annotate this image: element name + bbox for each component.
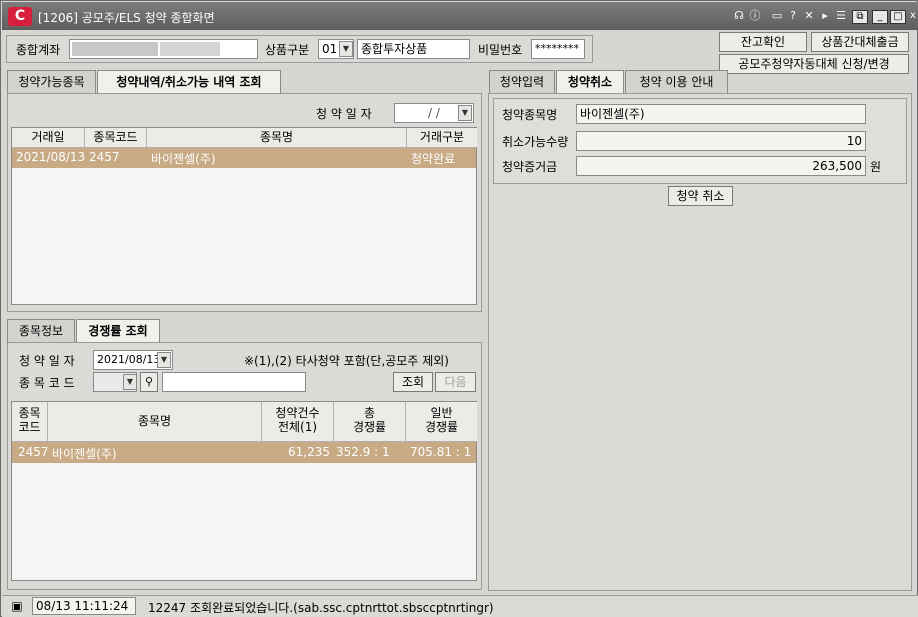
status-bar: ▣ 08/13 11:11:24 12247 조회완료되었습니다.(sab.ss… — [2, 595, 918, 617]
masked-account-number — [72, 42, 158, 56]
window-title: [1206] 공모주/ELS 청약 종합화면 — [38, 11, 215, 25]
account-input[interactable] — [69, 39, 258, 59]
app-logo-icon: C — [8, 7, 32, 26]
col-header-general-rate[interactable]: 일반 경쟁률 — [406, 402, 477, 442]
col-header-total-rate[interactable]: 총 경쟁률 — [334, 402, 406, 442]
col-header-trade-date[interactable]: 거래일 — [12, 128, 85, 148]
col-header-count[interactable]: 청약건수 전체(1) — [262, 402, 334, 442]
restore-button[interactable]: ⧉ — [852, 10, 868, 24]
table-row[interactable]: 2021/08/13 2457 바이젠셀(주) 청약완료 — [12, 148, 476, 168]
chevron-down-icon[interactable]: ▼ — [123, 374, 137, 390]
table-row[interactable]: 2457 바이젠셀(주) 61,235 352.9 : 1 705.81 : 1 — [12, 442, 476, 463]
password-input[interactable]: ******** — [531, 39, 585, 59]
item-name-field: 바이젠셀(주) — [576, 104, 866, 124]
tab-available-items[interactable]: 청약가능종목 — [7, 70, 96, 93]
rate-code-label: 종 목 코 드 — [19, 376, 75, 390]
close-button[interactable]: x — [908, 10, 918, 24]
col-header-item-code[interactable]: 종목코드 — [85, 128, 147, 148]
tab-subscription-cancel[interactable]: 청약취소 — [556, 70, 624, 93]
col-header-item-name[interactable]: 종목명 — [147, 128, 407, 148]
search-button[interactable]: 조회 — [393, 372, 433, 392]
status-datetime: 08/13 11:11:24 — [32, 597, 136, 615]
tab-subscription-input[interactable]: 청약입력 — [489, 70, 555, 93]
rate-note: ※(1),(2) 타사청약 포함(단,공모주 제외) — [244, 354, 449, 368]
tab-item-info[interactable]: 종목정보 — [7, 319, 75, 342]
link-icon[interactable]: ✕ — [802, 9, 816, 23]
headset-icon[interactable]: ☊ — [732, 9, 746, 23]
maximize-button[interactable]: □ — [890, 10, 906, 24]
chevron-down-icon[interactable]: ▼ — [339, 41, 353, 57]
title-bar: C [1206] 공모주/ELS 청약 종합화면 ☊ ⓘ ▭ ? ✕ ▸ ☰ ⧉… — [2, 2, 918, 30]
status-message: 12247 조회완료되었습니다.(sab.ssc.cptnrttot.sbscc… — [148, 601, 494, 615]
item-name-label: 청약종목명 — [502, 108, 558, 122]
cell-item-code: 2457 — [89, 150, 120, 164]
tab-competition-rate[interactable]: 경쟁률 조회 — [76, 319, 160, 342]
cell-total-rate: 352.9 : 1 — [336, 445, 390, 459]
cancel-qty-field: 10 — [576, 131, 866, 151]
history-date-label: 청 약 일 자 — [316, 107, 372, 121]
list-icon[interactable]: ☰ — [834, 9, 848, 23]
search-icon[interactable]: ⚲ — [140, 372, 158, 392]
cell-item-name: 바이젠셀(주) — [151, 152, 216, 166]
monitor-icon[interactable]: ▣ — [10, 599, 24, 613]
cell-trade-date: 2021/08/13 — [16, 150, 86, 164]
col-header-code[interactable]: 종목 코드 — [12, 402, 48, 442]
calendar-dropdown-icon[interactable]: ▼ — [458, 105, 472, 121]
deposit-field: 263,500 — [576, 156, 866, 176]
cell-code: 2457 — [18, 445, 49, 459]
competition-grid: 종목 코드 종목명 청약건수 전체(1) 총 경쟁률 일반 경쟁률 2457 바… — [11, 401, 477, 581]
play-icon[interactable]: ▸ — [818, 9, 832, 23]
product-code-value: 01 — [322, 42, 338, 56]
col-header-trade-type[interactable]: 거래구분 — [407, 128, 477, 148]
next-button[interactable]: 다음 — [435, 372, 476, 392]
deposit-unit: 원 — [870, 160, 882, 174]
auto-transfer-button[interactable]: 공모주청약자동대체 신청/변경 — [719, 54, 909, 74]
cell-name: 바이젠셀(주) — [52, 447, 117, 461]
cancel-qty-label: 취소가능수량 — [502, 135, 569, 149]
account-label: 종합계좌 — [16, 43, 61, 57]
minimize-button[interactable]: _ — [872, 10, 888, 24]
main-window: C [1206] 공모주/ELS 청약 종합화면 ☊ ⓘ ▭ ? ✕ ▸ ☰ ⧉… — [0, 0, 918, 617]
help-icon[interactable]: ? — [786, 9, 800, 23]
password-label: 비밀번호 — [478, 43, 523, 57]
info-icon[interactable]: ⓘ — [748, 9, 762, 23]
product-label: 상품구분 — [265, 43, 310, 57]
deposit-label: 청약증거금 — [502, 160, 558, 174]
product-transfer-button[interactable]: 상품간대체출금 — [811, 32, 909, 52]
col-header-name[interactable]: 종목명 — [48, 402, 262, 442]
calendar-dropdown-icon[interactable]: ▼ — [157, 352, 171, 368]
rate-code-name-field[interactable] — [162, 372, 306, 392]
rate-date-label: 청 약 일 자 — [19, 354, 75, 368]
product-name-field: 종합투자상품 — [357, 39, 470, 59]
balance-check-button[interactable]: 잔고확인 — [719, 32, 807, 52]
cell-count: 61,235 — [288, 445, 330, 459]
cell-general-rate: 705.81 : 1 — [410, 445, 472, 459]
cancel-subscription-button[interactable]: 청약 취소 — [668, 186, 733, 206]
chat-icon[interactable]: ▭ — [770, 9, 784, 23]
history-grid: 거래일 종목코드 종목명 거래구분 2021/08/13 2457 바이젠셀(주… — [11, 127, 477, 305]
masked-account-name — [160, 42, 220, 56]
tab-usage-guide[interactable]: 청약 이용 안내 — [625, 70, 728, 93]
tab-subscription-history[interactable]: 청약내역/취소가능 내역 조회 — [97, 70, 281, 93]
cell-trade-type: 청약완료 — [411, 152, 456, 166]
